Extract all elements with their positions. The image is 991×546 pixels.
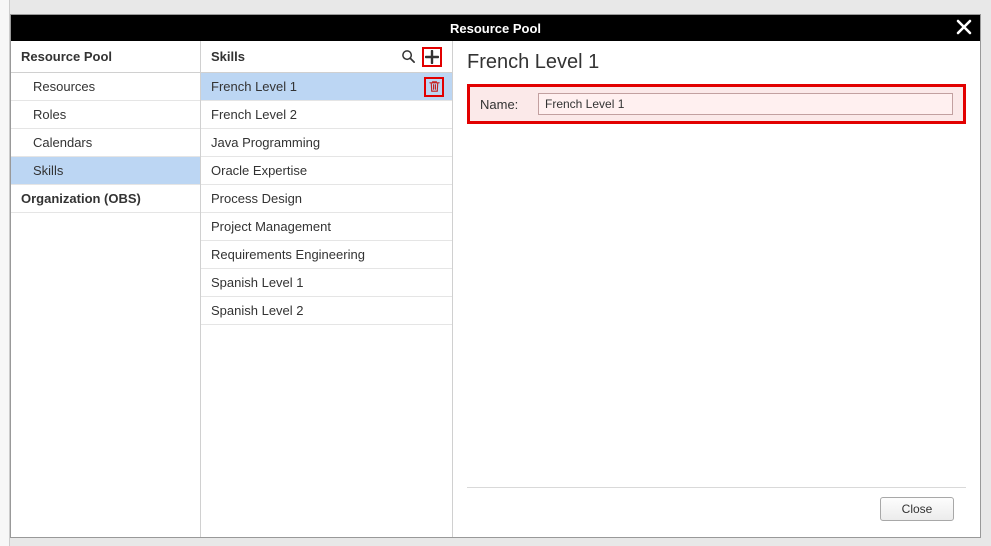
skills-header: Skills — [201, 41, 452, 73]
nav-item-resources[interactable]: Resources — [11, 73, 200, 101]
skill-item[interactable]: French Level 1 — [201, 73, 452, 101]
name-label: Name: — [480, 97, 524, 112]
nav-item-label: Roles — [33, 107, 66, 122]
nav-list: Resources Roles Calendars Skills Organiz… — [11, 73, 200, 213]
skill-item-label: Project Management — [211, 219, 331, 234]
skill-item-label: Spanish Level 2 — [211, 303, 304, 318]
nav-item-organization[interactable]: Organization (OBS) — [11, 185, 200, 213]
name-field-row: Name: — [467, 84, 966, 124]
skill-item[interactable]: Project Management — [201, 213, 452, 241]
nav-panel: Resource Pool Resources Roles Calendars … — [11, 41, 201, 537]
skill-item[interactable]: French Level 2 — [201, 101, 452, 129]
resource-pool-dialog: Resource Pool Resource Pool Resources Ro… — [10, 14, 981, 538]
skill-item-label: French Level 2 — [211, 107, 297, 122]
skill-item-label: Spanish Level 1 — [211, 275, 304, 290]
skill-item[interactable]: Spanish Level 2 — [201, 297, 452, 325]
delete-skill-button[interactable] — [424, 77, 444, 97]
nav-item-roles[interactable]: Roles — [11, 101, 200, 129]
nav-header-label: Resource Pool — [21, 49, 112, 64]
detail-spacer — [467, 124, 966, 487]
skill-item[interactable]: Oracle Expertise — [201, 157, 452, 185]
dialog-footer: Close — [467, 487, 966, 529]
nav-item-calendars[interactable]: Calendars — [11, 129, 200, 157]
skill-item[interactable]: Java Programming — [201, 129, 452, 157]
add-skill-button[interactable] — [422, 47, 442, 67]
skill-item-label: Java Programming — [211, 135, 320, 150]
skill-item-label: French Level 1 — [211, 79, 297, 94]
close-button[interactable]: Close — [880, 497, 954, 521]
nav-item-label: Skills — [33, 163, 63, 178]
skill-item[interactable]: Process Design — [201, 185, 452, 213]
skill-item-label: Oracle Expertise — [211, 163, 307, 178]
skill-item[interactable]: Spanish Level 1 — [201, 269, 452, 297]
skill-item[interactable]: Requirements Engineering — [201, 241, 452, 269]
detail-title: French Level 1 — [467, 49, 966, 84]
nav-item-label: Resources — [33, 79, 95, 94]
dialog-title: Resource Pool — [450, 21, 541, 36]
detail-panel: French Level 1 Name: Close — [453, 41, 980, 537]
search-icon[interactable] — [398, 47, 418, 67]
skill-item-label: Requirements Engineering — [211, 247, 365, 262]
skills-panel: Skills French Level 1 — [201, 41, 453, 537]
background-gutter — [0, 0, 10, 546]
skills-list: French Level 1 French Level 2 Java Progr… — [201, 73, 452, 537]
skill-item-label: Process Design — [211, 191, 302, 206]
close-icon[interactable] — [954, 17, 974, 37]
close-button-label: Close — [902, 502, 933, 516]
nav-header: Resource Pool — [11, 41, 200, 73]
nav-item-skills[interactable]: Skills — [11, 157, 200, 185]
dialog-titlebar: Resource Pool — [11, 15, 980, 41]
nav-item-label: Calendars — [33, 135, 92, 150]
name-input[interactable] — [538, 93, 953, 115]
skills-header-label: Skills — [211, 49, 245, 64]
nav-item-label: Organization (OBS) — [21, 191, 141, 206]
